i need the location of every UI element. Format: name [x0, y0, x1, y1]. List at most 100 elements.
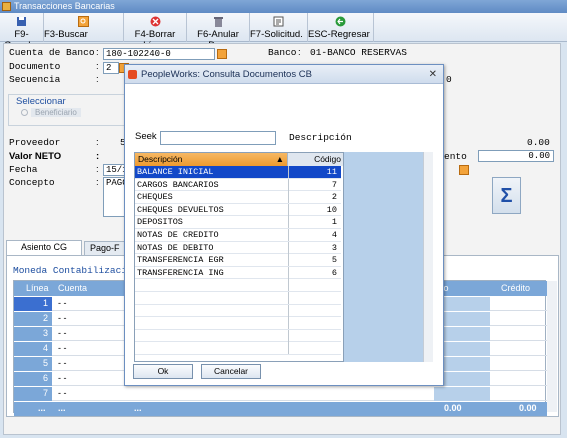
row-cuenta: - -: [58, 343, 67, 353]
list-item[interactable]: TRANSFERENCIA EGR 5: [135, 254, 341, 267]
save-button[interactable]: F9-Guardar: [0, 13, 44, 51]
documents-list: Descripción ▲ Código BALANCE INICIAL 11 CAR…: [134, 152, 344, 362]
list-col-codigo[interactable]: Código: [287, 153, 343, 166]
request-button[interactable]: F7-Solicitud.: [250, 13, 308, 42]
proveedor-label: Proveedor: [9, 137, 61, 148]
footer-debito: 0.00: [444, 403, 462, 413]
back-button[interactable]: ESC-Regresar: [308, 13, 374, 42]
highlight-column: [344, 152, 424, 362]
row-number: 6: [14, 372, 52, 386]
row-number: 7: [14, 387, 52, 401]
proveedor-amount: 0.00: [527, 137, 550, 148]
list-item[interactable]: CARGOS BANCARIOS 7: [135, 178, 341, 192]
row-number: 4: [14, 342, 52, 356]
peopleworks-logo-icon: [128, 70, 137, 79]
list-item[interactable]: [135, 329, 341, 343]
item-descripcion: CHEQUES DEVUELTOS: [137, 204, 224, 215]
footer-cuenta: ...: [58, 403, 66, 413]
banco-value: 01-BANCO RESERVAS: [310, 47, 407, 58]
table-row[interactable]: 7 - -: [14, 387, 547, 401]
secuencia-label: Secuencia: [9, 74, 61, 85]
item-codigo: 11: [288, 166, 339, 178]
monto-field[interactable]: 0.00: [478, 150, 554, 162]
app-icon: [2, 2, 11, 11]
delete-icon: [150, 16, 160, 27]
item-descripcion: CHEQUES: [137, 192, 173, 203]
seek-input[interactable]: [160, 131, 276, 145]
tab-pago[interactable]: Pago-F: [84, 241, 126, 255]
cuenta-lookup-button[interactable]: [217, 49, 227, 59]
list-item[interactable]: NOTAS DE DEBITO 3: [135, 241, 341, 255]
row-cuenta: - -: [58, 358, 67, 368]
list-item[interactable]: TRANSFERENCIA ING 6: [135, 266, 341, 280]
item-codigo: [288, 329, 339, 342]
seleccionar-label: Seleccionar: [16, 96, 66, 107]
delete-line-button[interactable]: F4-Borrar Línea: [124, 13, 187, 51]
valor-neto-value: :: [96, 151, 100, 162]
cuenta-banco-label: Cuenta de Banco: [9, 47, 95, 58]
row-debito-cell[interactable]: [434, 387, 490, 401]
item-codigo: 10: [288, 203, 339, 216]
documento-field[interactable]: 2: [103, 62, 119, 74]
item-codigo: 6: [288, 266, 339, 279]
cuenta-banco-field[interactable]: 180-102240-0: [103, 48, 215, 60]
item-descripcion: NOTAS DE CREDITO: [137, 230, 219, 240]
item-descripcion: NOTAS DE DEBITO: [137, 242, 214, 253]
toolbar: F9-Guardar F3-Buscar F4-Borrar Línea F6-…: [0, 13, 567, 51]
list-item[interactable]: DEPOSITOS 1: [135, 216, 341, 229]
item-codigo: [288, 292, 339, 304]
window-title: Transacciones Bancarias: [14, 1, 115, 11]
item-descripcion: TRANSFERENCIA EGR: [137, 255, 224, 266]
item-codigo: [288, 317, 339, 330]
list-scrollbar[interactable]: [423, 152, 433, 362]
fecha-lookup-button[interactable]: [459, 165, 469, 175]
beneficiario-radio[interactable]: [21, 109, 28, 116]
request-icon: [273, 16, 284, 27]
dialog-title: PeopleWorks: Consulta Documentos CB: [141, 69, 312, 80]
sigma-button[interactable]: Σ: [492, 177, 521, 214]
row-cuenta: - -: [58, 373, 67, 383]
cancel-button[interactable]: Cancelar: [201, 364, 261, 379]
grid-footer: ......... 0.00 0.00: [14, 402, 547, 416]
close-icon[interactable]: ✕: [429, 65, 437, 84]
search-icon: [78, 16, 89, 27]
col-credito: Crédito: [501, 282, 531, 295]
window-titlebar: Transacciones Bancarias: [0, 0, 567, 13]
list-item[interactable]: [135, 279, 341, 292]
list-col-descripcion[interactable]: Descripción ▲: [135, 153, 287, 166]
grid-scrollbar[interactable]: [547, 281, 557, 412]
row-number: 1: [14, 297, 52, 311]
list-item[interactable]: CHEQUES DEVUELTOS 10: [135, 203, 341, 217]
row-number: 5: [14, 357, 52, 371]
ok-button[interactable]: Ok: [133, 364, 193, 379]
col-cuenta: Cuenta: [58, 282, 88, 295]
footer-mid: ...: [134, 403, 142, 413]
list-item[interactable]: [135, 317, 341, 330]
col-linea: Línea: [26, 282, 49, 295]
item-codigo: [288, 342, 339, 355]
list-item[interactable]: CHEQUES 2: [135, 191, 341, 204]
descripcion-label: Descripción: [289, 132, 352, 143]
row-number: 3: [14, 327, 52, 341]
save-icon: [17, 17, 26, 26]
fecha-label: Fecha: [9, 164, 38, 175]
monto-label: ento: [444, 151, 467, 162]
item-codigo: [288, 304, 339, 317]
item-codigo: 1: [288, 216, 339, 229]
trash-icon: [213, 17, 223, 27]
item-codigo: 2: [288, 191, 339, 204]
list-item[interactable]: BALANCE INICIAL 11: [135, 166, 341, 179]
beneficiario-label: Beneficiario: [31, 108, 81, 117]
search-button[interactable]: F3-Buscar: [44, 13, 124, 42]
item-descripcion: DEPOSITOS: [137, 217, 183, 228]
row-cuenta: - -: [58, 298, 67, 308]
list-item[interactable]: [135, 304, 341, 318]
list-item[interactable]: NOTAS DE CREDITO 4: [135, 229, 341, 242]
list-item[interactable]: [135, 292, 341, 305]
tab-asiento-cg[interactable]: Asiento CG: [6, 240, 82, 255]
banco-label: Banco: [268, 47, 297, 58]
cancel-doc-button[interactable]: F6-Anular Doc.: [187, 13, 250, 51]
valor-neto-label: Valor NETO: [9, 151, 62, 162]
dialog-body: Seek Descripción Descripción ▲ Código BAL…: [125, 84, 443, 385]
list-item[interactable]: [135, 342, 341, 355]
